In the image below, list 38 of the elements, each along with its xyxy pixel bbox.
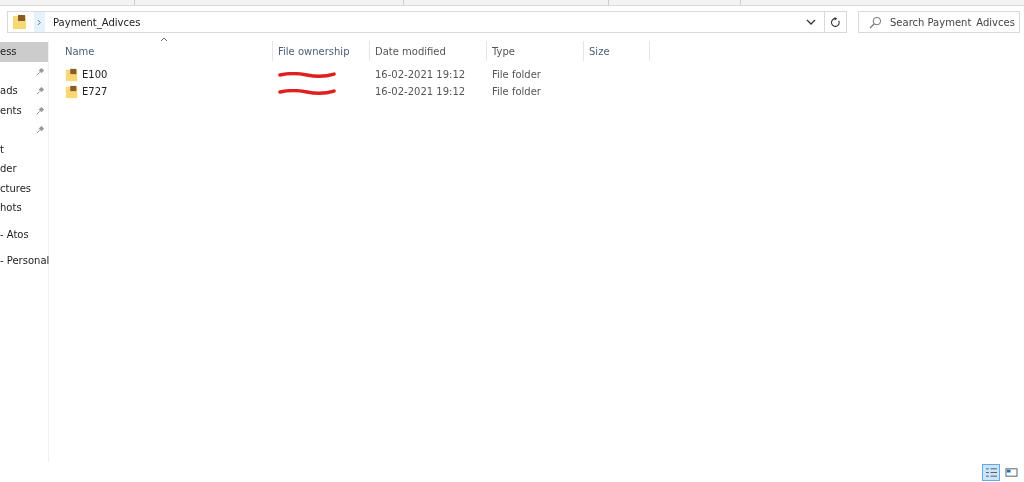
nav-item[interactable]: der: [0, 159, 48, 179]
folder-icon: [65, 67, 79, 82]
nav-item[interactable]: t: [0, 139, 48, 159]
column-header[interactable]: Size: [584, 41, 650, 61]
details-view-icon: [984, 466, 998, 478]
pin-icon[interactable]: [36, 105, 45, 115]
nav-item[interactable]: ads: [0, 81, 48, 101]
pin-icon[interactable]: [36, 125, 45, 135]
nav-item[interactable]: ctures: [0, 178, 48, 198]
dropdown-icon[interactable]: [806, 19, 816, 25]
folder-icon: [65, 84, 79, 99]
date-cell: 16-02-2021 19:12: [375, 69, 466, 80]
date-cell: 16-02-2021 19:12: [375, 86, 466, 97]
refresh-icon: [830, 16, 841, 28]
nav-item[interactable]: ess: [0, 42, 48, 62]
search-icon: [869, 15, 882, 29]
column-header[interactable]: Type: [487, 41, 584, 61]
nav-item[interactable]: ents: [0, 100, 48, 120]
column-header[interactable]: File ownership: [273, 41, 370, 61]
file-name[interactable]: E727: [82, 86, 108, 97]
details-view-button[interactable]: [982, 463, 1000, 481]
address-bar[interactable]: Payment_Adivces: [7, 11, 825, 33]
search-field[interactable]: Search Payment_Adivces: [858, 11, 1020, 33]
type-cell: File folder: [492, 69, 541, 80]
column-header[interactable]: Name: [60, 41, 273, 61]
file-name[interactable]: E100: [82, 69, 108, 80]
type-cell: File folder: [492, 86, 541, 97]
chevron-icon[interactable]: [34, 12, 45, 32]
folder-icon: [12, 14, 28, 30]
tiles-view-icon: [1004, 466, 1018, 478]
nav-item[interactable]: - Personal: [0, 244, 48, 271]
pin-icon[interactable]: [36, 66, 45, 76]
pin-icon[interactable]: [36, 86, 45, 96]
refresh-button[interactable]: [825, 11, 847, 33]
column-header[interactable]: Date modified: [370, 41, 487, 61]
address-path[interactable]: Payment_Adivces: [53, 16, 141, 28]
nav-item[interactable]: - Atos: [0, 217, 48, 244]
nav-item[interactable]: hots: [0, 198, 48, 218]
